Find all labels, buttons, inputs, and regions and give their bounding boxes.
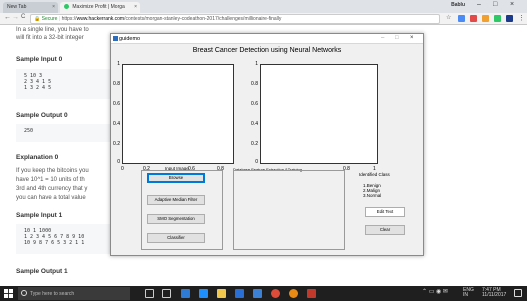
edit-text-field[interactable]: Edit Text bbox=[365, 207, 405, 217]
maximize-icon[interactable]: □ bbox=[493, 1, 497, 8]
browser-toolbar: ← → C 🔒 Secure | https://www.hackerrank.… bbox=[0, 13, 527, 25]
y-tick-label: 0.4 bbox=[113, 121, 120, 127]
close-tab-icon[interactable]: × bbox=[134, 4, 137, 10]
sample-input-0-heading: Sample Input 0 bbox=[16, 56, 63, 63]
menu-dots-icon[interactable]: ⋮ bbox=[518, 14, 525, 22]
explanation-text: If you keep the bitcoins you bbox=[16, 168, 89, 174]
edge-icon[interactable] bbox=[181, 289, 190, 298]
browser-tabstrip: New Tab × Maximize Profit | Morga × Babl… bbox=[0, 0, 527, 13]
tab-label: New Tab bbox=[7, 4, 27, 10]
app-icon[interactable] bbox=[289, 289, 298, 298]
feature-panel bbox=[233, 170, 345, 250]
app-heading: Breast Cancer Detection using Neural Net… bbox=[192, 47, 342, 54]
identified-class-title: Identified Class bbox=[359, 172, 390, 177]
explanation-0-heading: Explanation 0 bbox=[16, 154, 59, 161]
profile-name[interactable]: Bablu bbox=[451, 2, 465, 8]
back-icon[interactable]: ← bbox=[4, 14, 11, 21]
classifier-button[interactable]: Classifier bbox=[147, 233, 205, 243]
url-path: /contests/morgan-stanley-codeathon-2017/… bbox=[124, 16, 282, 22]
guidemo-window: guidemo – □ × Breast Cancer Detection us… bbox=[110, 33, 424, 256]
tab-new-tab[interactable]: New Tab × bbox=[3, 2, 58, 13]
smo-segmentation-button[interactable]: SMO Segmentation bbox=[147, 214, 205, 224]
close-window-icon[interactable]: × bbox=[410, 35, 414, 41]
y-tick-label: 0.6 bbox=[251, 101, 258, 107]
lock-icon: 🔒 bbox=[34, 16, 41, 22]
store-icon[interactable] bbox=[235, 289, 244, 298]
y-tick-label: 0 bbox=[117, 159, 120, 165]
address-bar[interactable]: 🔒 Secure | https://www.hackerrank.com/co… bbox=[30, 14, 440, 24]
window-title: guidemo bbox=[119, 36, 141, 42]
sample-output-0-heading: Sample Output 0 bbox=[16, 112, 68, 119]
class-item: 3.Normal bbox=[363, 193, 382, 198]
maximize-icon[interactable]: □ bbox=[395, 35, 399, 41]
sample-output-0-block: 250 bbox=[16, 124, 111, 142]
ie-icon[interactable] bbox=[199, 289, 208, 298]
bookmark-star-icon[interactable]: ☆ bbox=[446, 14, 451, 21]
intro-text: will fit into a 32-bit integer bbox=[16, 35, 84, 41]
matlab-icon[interactable] bbox=[307, 289, 316, 298]
explanation-text: 3rd and 4th currency that y bbox=[16, 186, 88, 192]
url-scheme: https:// bbox=[61, 16, 77, 22]
hackerrank-favicon-icon bbox=[64, 4, 69, 10]
system-tray-icons[interactable]: ⌃ ▭ ◉ ✉ bbox=[422, 289, 448, 295]
y-tick-label: 1 bbox=[117, 61, 120, 67]
tray-language[interactable]: ENG IN bbox=[463, 288, 474, 298]
microphone-icon[interactable] bbox=[145, 289, 154, 298]
y-tick-label: 0 bbox=[255, 159, 258, 165]
extension-icon[interactable] bbox=[470, 15, 477, 22]
matlab-figure-icon bbox=[113, 36, 118, 41]
windows-taskbar: Type here to search ⌃ ▭ ◉ ✉ ENG IN 7:47 … bbox=[0, 286, 527, 301]
url-domain: www.hackerrank.com bbox=[76, 16, 125, 22]
minimize-icon[interactable]: – bbox=[381, 35, 384, 41]
extension-icon[interactable] bbox=[506, 15, 513, 22]
cortana-icon bbox=[21, 290, 27, 296]
clock-date: 11/11/2017 bbox=[482, 292, 507, 298]
close-tab-icon[interactable]: × bbox=[52, 4, 55, 10]
feature-axes bbox=[260, 64, 378, 164]
task-view-icon[interactable] bbox=[162, 289, 171, 298]
secure-label: Secure bbox=[41, 16, 58, 22]
reload-icon[interactable]: C bbox=[21, 14, 25, 20]
y-tick-label: 0.8 bbox=[113, 81, 120, 87]
taskbar-search-box[interactable]: Type here to search bbox=[18, 287, 130, 300]
sample-output-1-heading: Sample Output 1 bbox=[16, 268, 68, 275]
y-tick-label: 1 bbox=[255, 61, 258, 67]
extension-icon[interactable] bbox=[458, 15, 465, 22]
forward-icon[interactable]: → bbox=[12, 14, 19, 21]
minimize-icon[interactable]: – bbox=[477, 1, 481, 8]
chrome-icon[interactable] bbox=[271, 289, 280, 298]
extension-icon[interactable] bbox=[482, 15, 489, 22]
search-placeholder: Type here to search bbox=[30, 291, 75, 297]
notification-center-icon[interactable] bbox=[514, 289, 522, 297]
input-image-axes bbox=[122, 64, 234, 164]
windows-start-icon[interactable] bbox=[4, 289, 13, 298]
clear-button[interactable]: Clear bbox=[365, 225, 405, 235]
explanation-text: have 10^1 = 10 units of th bbox=[16, 177, 85, 183]
file-explorer-icon[interactable] bbox=[217, 289, 226, 298]
guidemo-titlebar[interactable]: guidemo – □ × bbox=[111, 34, 423, 44]
extension-icon[interactable] bbox=[494, 15, 501, 22]
close-window-icon[interactable]: × bbox=[510, 1, 514, 8]
screen: New Tab × Maximize Profit | Morga × Babl… bbox=[0, 0, 527, 301]
sample-input-1-block: 10 1 1000 1 2 3 4 5 6 7 8 9 10 10 9 8 7 … bbox=[16, 224, 111, 254]
y-tick-label: 0.2 bbox=[251, 141, 258, 147]
x-tick-label: 0 bbox=[121, 166, 124, 172]
y-tick-label: 0.4 bbox=[251, 121, 258, 127]
y-tick-label: 0.6 bbox=[113, 101, 120, 107]
clock[interactable]: 7:47 PM 11/11/2017 bbox=[482, 288, 506, 298]
y-tick-label: 0.2 bbox=[113, 141, 120, 147]
mail-icon[interactable] bbox=[253, 289, 262, 298]
adaptive-median-filter-button[interactable]: Adaptive Median Filter bbox=[147, 195, 205, 205]
sample-input-0-block: 5 10 3 2 3 4 1 5 1 3 2 4 5 bbox=[16, 69, 111, 99]
tab-label: Maximize Profit | Morga bbox=[72, 4, 125, 10]
tray-region: IN bbox=[463, 292, 468, 298]
intro-text: In a single line, you have to bbox=[16, 27, 89, 33]
browse-button[interactable]: Browse bbox=[147, 173, 205, 183]
y-tick-label: 0.8 bbox=[251, 81, 258, 87]
identified-class-box: Identified Class 1.Benign 2.Malign 3.Nor… bbox=[359, 172, 409, 198]
explanation-text: you can have a total value bbox=[16, 195, 86, 201]
sample-input-1-heading: Sample Input 1 bbox=[16, 212, 63, 219]
tab-maximize-profit[interactable]: Maximize Profit | Morga × bbox=[60, 2, 140, 13]
